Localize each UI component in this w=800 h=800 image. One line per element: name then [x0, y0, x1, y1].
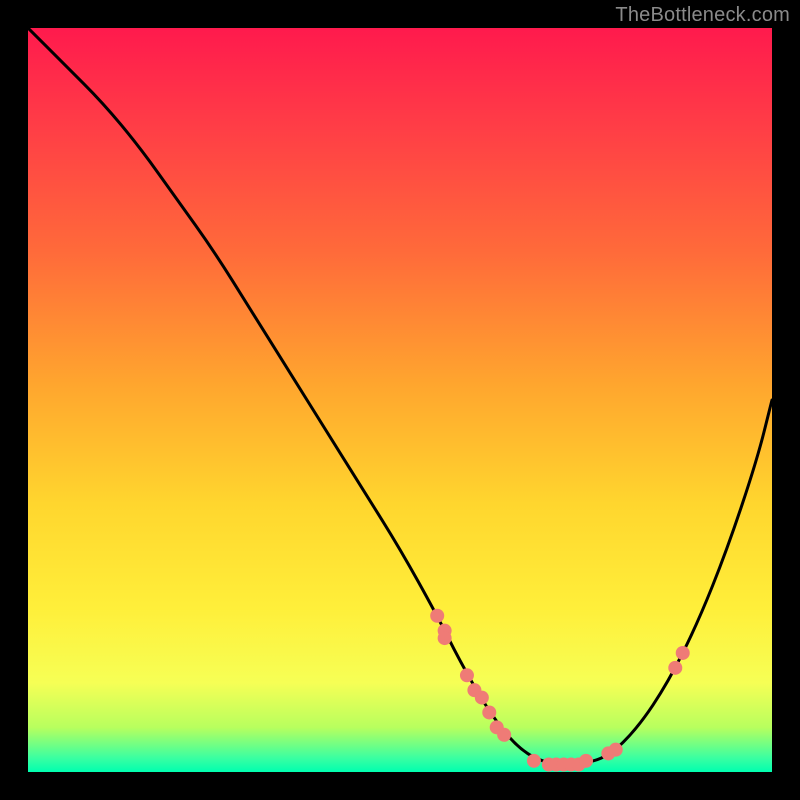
bottleneck-curve: [28, 28, 772, 765]
curve-marker: [579, 754, 593, 768]
curve-marker: [676, 646, 690, 660]
curve-marker: [482, 705, 496, 719]
curve-marker: [475, 691, 489, 705]
watermark-text: TheBottleneck.com: [615, 4, 790, 27]
curve-marker: [430, 609, 444, 623]
curve-marker: [460, 668, 474, 682]
curve-marker: [609, 743, 623, 757]
curve-marker: [438, 631, 452, 645]
curve-marker: [527, 754, 541, 768]
curve-marker: [497, 728, 511, 742]
curve-layer: [28, 28, 772, 772]
chart-frame: TheBottleneck.com: [0, 0, 800, 800]
curve-markers: [430, 609, 690, 772]
curve-marker: [668, 661, 682, 675]
plot-area: [28, 28, 772, 772]
